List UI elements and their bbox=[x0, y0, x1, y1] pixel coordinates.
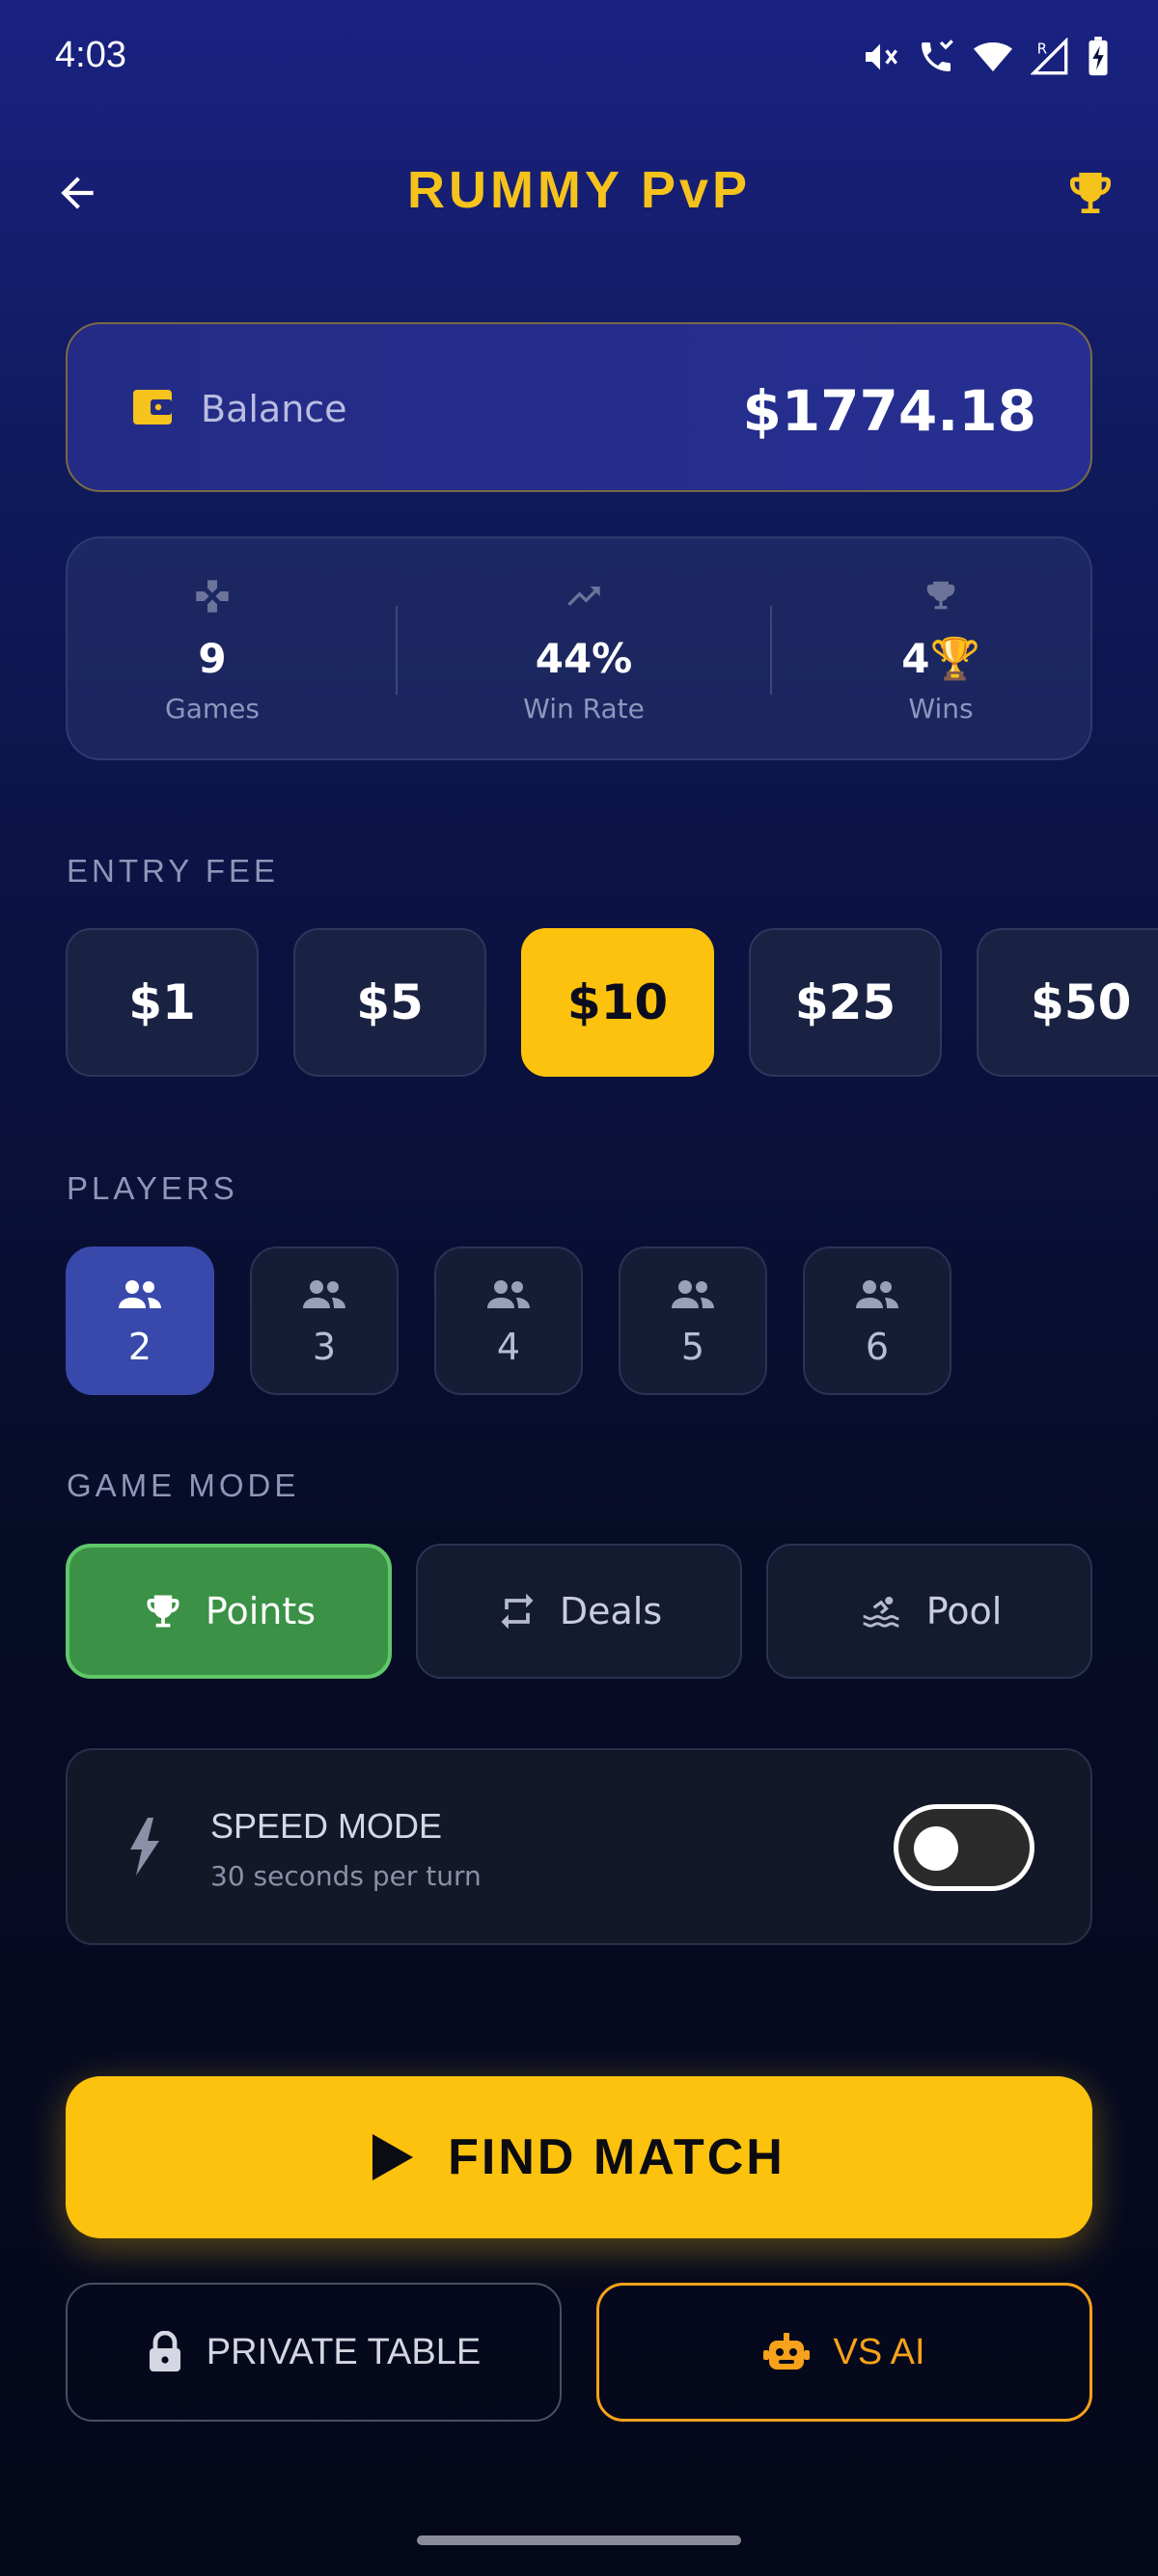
balance-card: Balance $1774.18 bbox=[66, 322, 1092, 492]
status-icons: R bbox=[861, 37, 1110, 77]
people-icon bbox=[672, 1280, 714, 1308]
fee-option-5[interactable]: $5 bbox=[293, 928, 486, 1077]
signal-icon: R bbox=[1031, 38, 1068, 75]
players-option-4[interactable]: 4 bbox=[434, 1247, 583, 1395]
bolt-icon bbox=[130, 1818, 159, 1876]
stat-win-rate-label: Win Rate bbox=[523, 693, 645, 725]
mode-deals-button[interactable]: Deals bbox=[416, 1544, 742, 1679]
mute-icon bbox=[866, 43, 897, 70]
players-count: 3 bbox=[312, 1326, 337, 1368]
entry-fee-label: ENTRY FEE bbox=[67, 853, 279, 889]
players-option-5[interactable]: 5 bbox=[619, 1247, 767, 1395]
private-table-label: PRIVATE TABLE bbox=[206, 2331, 482, 2372]
page-title: RUMMY PvP bbox=[406, 161, 752, 219]
play-icon bbox=[372, 2134, 414, 2180]
balance-label: Balance bbox=[201, 388, 347, 430]
private-table-button[interactable]: PRIVATE TABLE bbox=[66, 2283, 562, 2422]
mode-points-label: Points bbox=[205, 1590, 317, 1632]
stat-win-rate-value: 44% bbox=[535, 635, 633, 682]
stats-card: 9 Games 44% Win Rate 4🏆 Wins bbox=[66, 536, 1092, 760]
fee-option-10[interactable]: $10 bbox=[521, 928, 714, 1077]
toggle-knob bbox=[914, 1826, 958, 1871]
leaderboard-button[interactable] bbox=[1060, 162, 1121, 224]
players-option-2[interactable]: 2 bbox=[66, 1247, 214, 1395]
find-match-button[interactable]: FIND MATCH bbox=[66, 2076, 1092, 2238]
vs-ai-button[interactable]: VS AI bbox=[596, 2283, 1092, 2422]
people-icon bbox=[856, 1280, 898, 1308]
fee-option-25[interactable]: $25 bbox=[749, 928, 942, 1077]
speed-mode-title: SPEED MODE bbox=[210, 1806, 443, 1846]
mode-deals-label: Deals bbox=[559, 1590, 663, 1632]
swap-icon bbox=[501, 1593, 534, 1630]
speed-mode-subtitle: 30 seconds per turn bbox=[210, 1860, 482, 1892]
players-option-6[interactable]: 6 bbox=[803, 1247, 951, 1395]
players-count: 5 bbox=[680, 1326, 705, 1368]
stat-games: 9 Games bbox=[87, 538, 338, 762]
battery-icon bbox=[1089, 37, 1108, 76]
stat-win-rate: 44% Win Rate bbox=[458, 538, 709, 762]
players-count: 4 bbox=[496, 1326, 521, 1368]
fee-option-50[interactable]: $50 bbox=[977, 928, 1158, 1077]
wallet-icon bbox=[133, 390, 172, 425]
players-count: 2 bbox=[127, 1326, 152, 1368]
stat-divider bbox=[396, 606, 398, 695]
trending-up-icon bbox=[567, 587, 600, 606]
mode-pool-button[interactable]: Pool bbox=[766, 1544, 1092, 1679]
trophy-icon bbox=[1070, 173, 1111, 213]
trophy-small-icon bbox=[926, 581, 955, 610]
players-option-3[interactable]: 3 bbox=[250, 1247, 399, 1395]
stat-games-value: 9 bbox=[198, 635, 227, 682]
find-match-label: FIND MATCH bbox=[448, 2129, 786, 2185]
mode-pool-label: Pool bbox=[925, 1590, 1003, 1632]
mode-points-button[interactable]: Points bbox=[66, 1544, 392, 1679]
vs-ai-label: VS AI bbox=[833, 2331, 925, 2372]
balance-value: $1774.18 bbox=[742, 378, 1036, 444]
people-icon bbox=[119, 1280, 161, 1308]
players-label: PLAYERS bbox=[67, 1170, 238, 1206]
game-mode-label: GAME MODE bbox=[67, 1467, 300, 1503]
home-indicator[interactable] bbox=[417, 2535, 741, 2545]
call-icon bbox=[922, 40, 953, 71]
pool-icon bbox=[863, 1596, 899, 1628]
people-icon bbox=[487, 1280, 530, 1308]
lock-icon bbox=[149, 2331, 180, 2371]
stat-wins-value: 4🏆 bbox=[901, 635, 980, 682]
stat-games-label: Games bbox=[165, 693, 260, 725]
stat-wins: 4🏆 Wins bbox=[815, 538, 1066, 762]
stat-divider bbox=[770, 606, 772, 695]
speed-mode-toggle[interactable] bbox=[894, 1804, 1034, 1891]
gamepad-icon bbox=[196, 580, 229, 613]
stat-wins-label: Wins bbox=[908, 693, 974, 725]
wifi-icon bbox=[974, 42, 1012, 71]
svg-text:R: R bbox=[1037, 41, 1047, 58]
speed-mode-card: SPEED MODE 30 seconds per turn bbox=[66, 1748, 1092, 1945]
trophy-icon bbox=[147, 1595, 179, 1628]
status-time: 4:03 bbox=[55, 35, 126, 75]
players-count: 6 bbox=[865, 1326, 890, 1368]
fee-option-1[interactable]: $1 bbox=[66, 928, 259, 1077]
robot-icon bbox=[763, 2333, 811, 2370]
status-bar: 4:03 R bbox=[0, 0, 1158, 116]
people-icon bbox=[303, 1280, 345, 1308]
